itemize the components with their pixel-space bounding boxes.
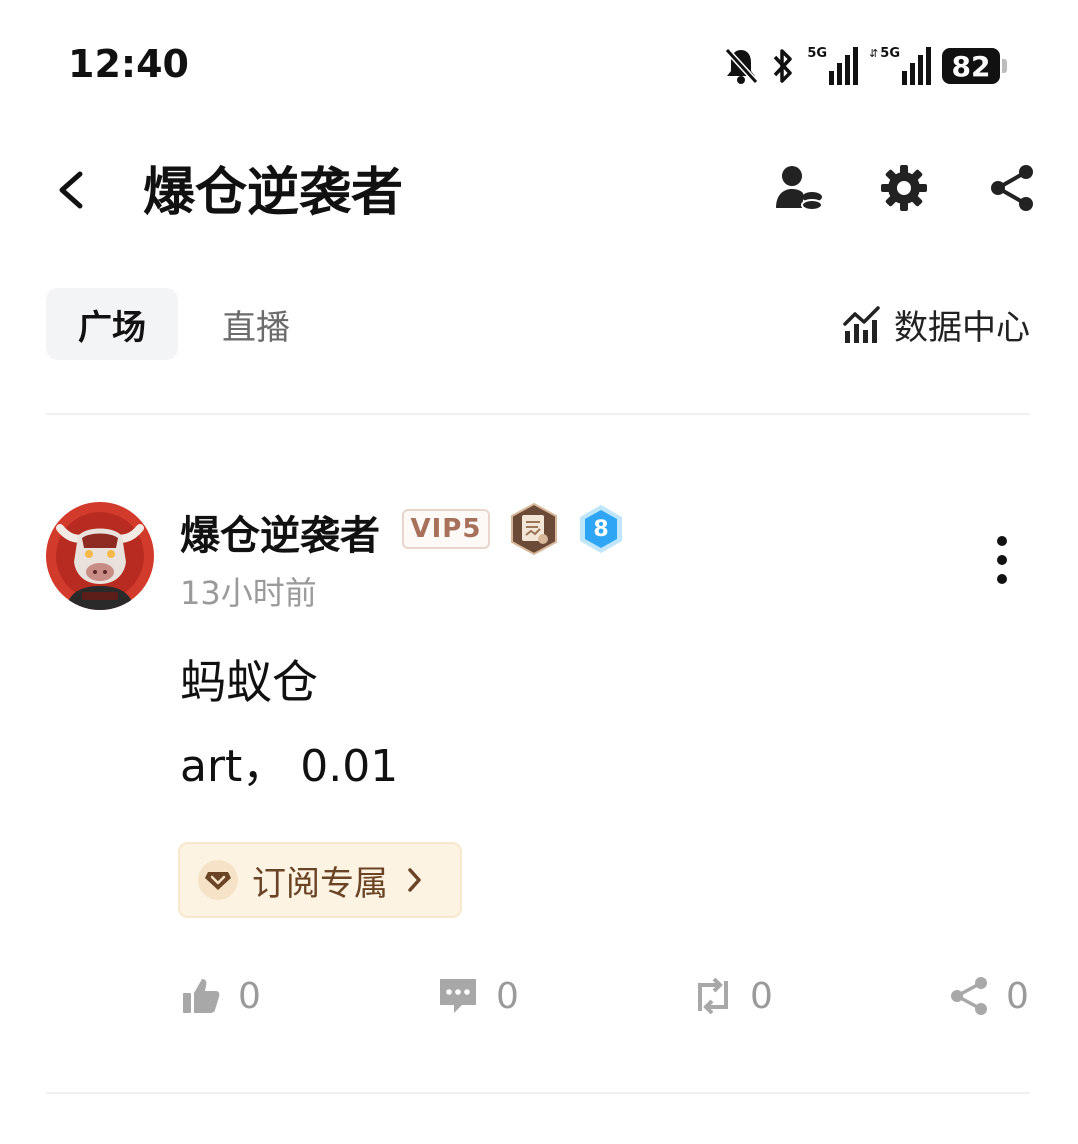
back-icon <box>59 171 83 209</box>
signal-bars-icon <box>902 47 931 85</box>
more-dot <box>997 574 1007 584</box>
post-text-line: art， 0.01 <box>180 741 399 792</box>
divider <box>46 1092 1030 1094</box>
data-center-label: 数据中心 <box>894 307 1030 348</box>
user-coin-button[interactable] <box>768 158 828 218</box>
subscriber-only-button[interactable]: 订阅专属 <box>178 842 462 918</box>
status-icons: 5G ⇵ 5G 82 <box>723 44 1007 88</box>
signal-bars-icon <box>829 47 859 85</box>
vip-badge: VIP5 <box>402 509 490 549</box>
signal-5g-2: ⇵ 5G <box>869 47 932 85</box>
chevron-right-icon <box>408 868 421 892</box>
comment-icon <box>440 979 476 1013</box>
signal-5g-1: 5G <box>807 47 859 85</box>
repost-count: 0 <box>750 975 773 1017</box>
like-count: 0 <box>238 975 261 1017</box>
post-time: 13小时前 <box>180 574 317 612</box>
bluetooth-icon <box>774 49 793 83</box>
settings-button[interactable] <box>874 158 934 218</box>
more-options-button[interactable] <box>982 532 1022 588</box>
gear-icon <box>881 165 927 211</box>
certificate-badge-icon <box>511 502 557 556</box>
page-title: 爆仓逆袭者 <box>143 163 404 223</box>
share-count: 0 <box>1006 975 1029 1017</box>
subscriber-only-label: 订阅专属 <box>252 863 388 904</box>
divider <box>46 413 1030 415</box>
data-center-link[interactable]: 数据中心 <box>842 296 1030 352</box>
battery-indicator: 82 <box>942 48 1007 84</box>
repost-button[interactable]: 0 <box>692 970 773 1022</box>
status-time: 12:40 <box>68 42 189 86</box>
chart-icon <box>843 306 880 343</box>
diamond-badge <box>198 860 238 900</box>
tab-live[interactable]: 直播 <box>206 288 306 360</box>
thumbs-up-icon <box>183 979 220 1013</box>
comment-count: 0 <box>496 975 519 1017</box>
share-icon <box>951 977 987 1015</box>
share-post-button[interactable]: 0 <box>948 970 1029 1022</box>
level-badge: 8 <box>578 504 624 554</box>
more-dot <box>997 555 1007 565</box>
like-button[interactable]: 0 <box>180 970 261 1022</box>
muted-bell-icon <box>725 47 759 85</box>
share-icon <box>991 165 1033 211</box>
share-page-button[interactable] <box>982 158 1042 218</box>
bull-avatar-icon <box>46 502 154 610</box>
back-button[interactable] <box>48 160 100 220</box>
more-dot <box>997 536 1007 546</box>
tab-square[interactable]: 广场 <box>46 288 178 360</box>
signal-label: 5G <box>880 46 900 61</box>
data-arrows-icon: ⇵ <box>869 47 879 60</box>
author-name[interactable]: 爆仓逆袭者 <box>180 503 380 561</box>
user-coin-icon <box>776 166 823 211</box>
level-number: 8 <box>593 516 609 542</box>
avatar[interactable] <box>46 502 154 610</box>
diamond-icon <box>205 872 231 890</box>
post-text-line: 蚂蚁仓 <box>180 655 318 709</box>
comment-button[interactable]: 0 <box>436 970 519 1022</box>
repost-icon <box>698 977 728 1015</box>
battery-level: 82 <box>951 49 991 83</box>
signal-label: 5G <box>807 46 828 61</box>
